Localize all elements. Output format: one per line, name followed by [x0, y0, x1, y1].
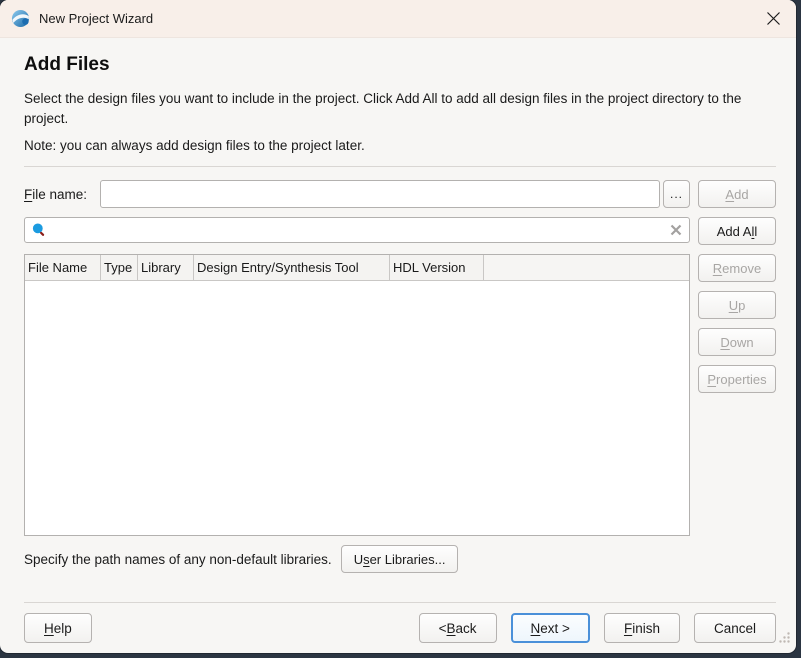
browse-button[interactable]: ...	[663, 180, 690, 208]
properties-button[interactable]: Properties	[698, 365, 776, 393]
page-title: Add Files	[24, 54, 776, 76]
user-libraries-text: Specify the path names of any non-defaul…	[24, 552, 332, 567]
footer-buttons: Help < Back Next > Finish Cancel	[24, 613, 776, 643]
up-button[interactable]: Up	[698, 291, 776, 319]
intro-text: Select the design files you want to incl…	[24, 89, 774, 129]
remove-button[interactable]: Remove	[698, 254, 776, 282]
files-table-body	[25, 281, 689, 535]
new-project-wizard-dialog: New Project Wizard Add Files Select the …	[0, 0, 796, 653]
footer-divider	[24, 602, 776, 603]
window-title: New Project Wizard	[39, 11, 153, 26]
column-header-filler	[484, 255, 689, 280]
close-button[interactable]	[750, 0, 796, 37]
help-button[interactable]: Help	[24, 613, 92, 643]
next-button[interactable]: Next >	[511, 613, 590, 643]
files-table: File Name Type Library Design Entry/Synt…	[24, 254, 690, 536]
clear-search-icon[interactable]	[670, 224, 682, 236]
column-header-file-name[interactable]: File Name	[25, 255, 101, 280]
search-box[interactable]	[24, 217, 690, 243]
finish-button[interactable]: Finish	[604, 613, 680, 643]
column-header-design-entry-tool[interactable]: Design Entry/Synthesis Tool	[194, 255, 390, 280]
note-text: Note: you can always add design files to…	[24, 138, 776, 153]
add-all-button[interactable]: Add All	[698, 217, 776, 245]
resize-grip[interactable]	[778, 631, 791, 649]
back-button[interactable]: < Back	[419, 613, 497, 643]
cancel-button[interactable]: Cancel	[694, 613, 776, 643]
search-input[interactable]	[52, 222, 664, 239]
column-header-library[interactable]: Library	[138, 255, 194, 280]
divider	[24, 166, 776, 167]
down-button[interactable]: Down	[698, 328, 776, 356]
file-name-input[interactable]	[100, 180, 660, 208]
user-libraries-button[interactable]: User Libraries...	[341, 545, 459, 573]
file-name-label: File name:	[24, 187, 100, 202]
column-header-type[interactable]: Type	[101, 255, 138, 280]
files-section: File name: ... Add	[24, 180, 776, 536]
files-table-header: File Name Type Library Design Entry/Synt…	[25, 255, 689, 281]
search-icon	[32, 223, 46, 237]
titlebar[interactable]: New Project Wizard	[0, 0, 796, 38]
close-icon	[766, 11, 781, 26]
column-header-hdl-version[interactable]: HDL Version	[390, 255, 484, 280]
add-button[interactable]: Add	[698, 180, 776, 208]
app-icon	[11, 9, 30, 28]
dialog-content: Add Files Select the design files you wa…	[0, 38, 796, 653]
spacer	[24, 573, 776, 602]
